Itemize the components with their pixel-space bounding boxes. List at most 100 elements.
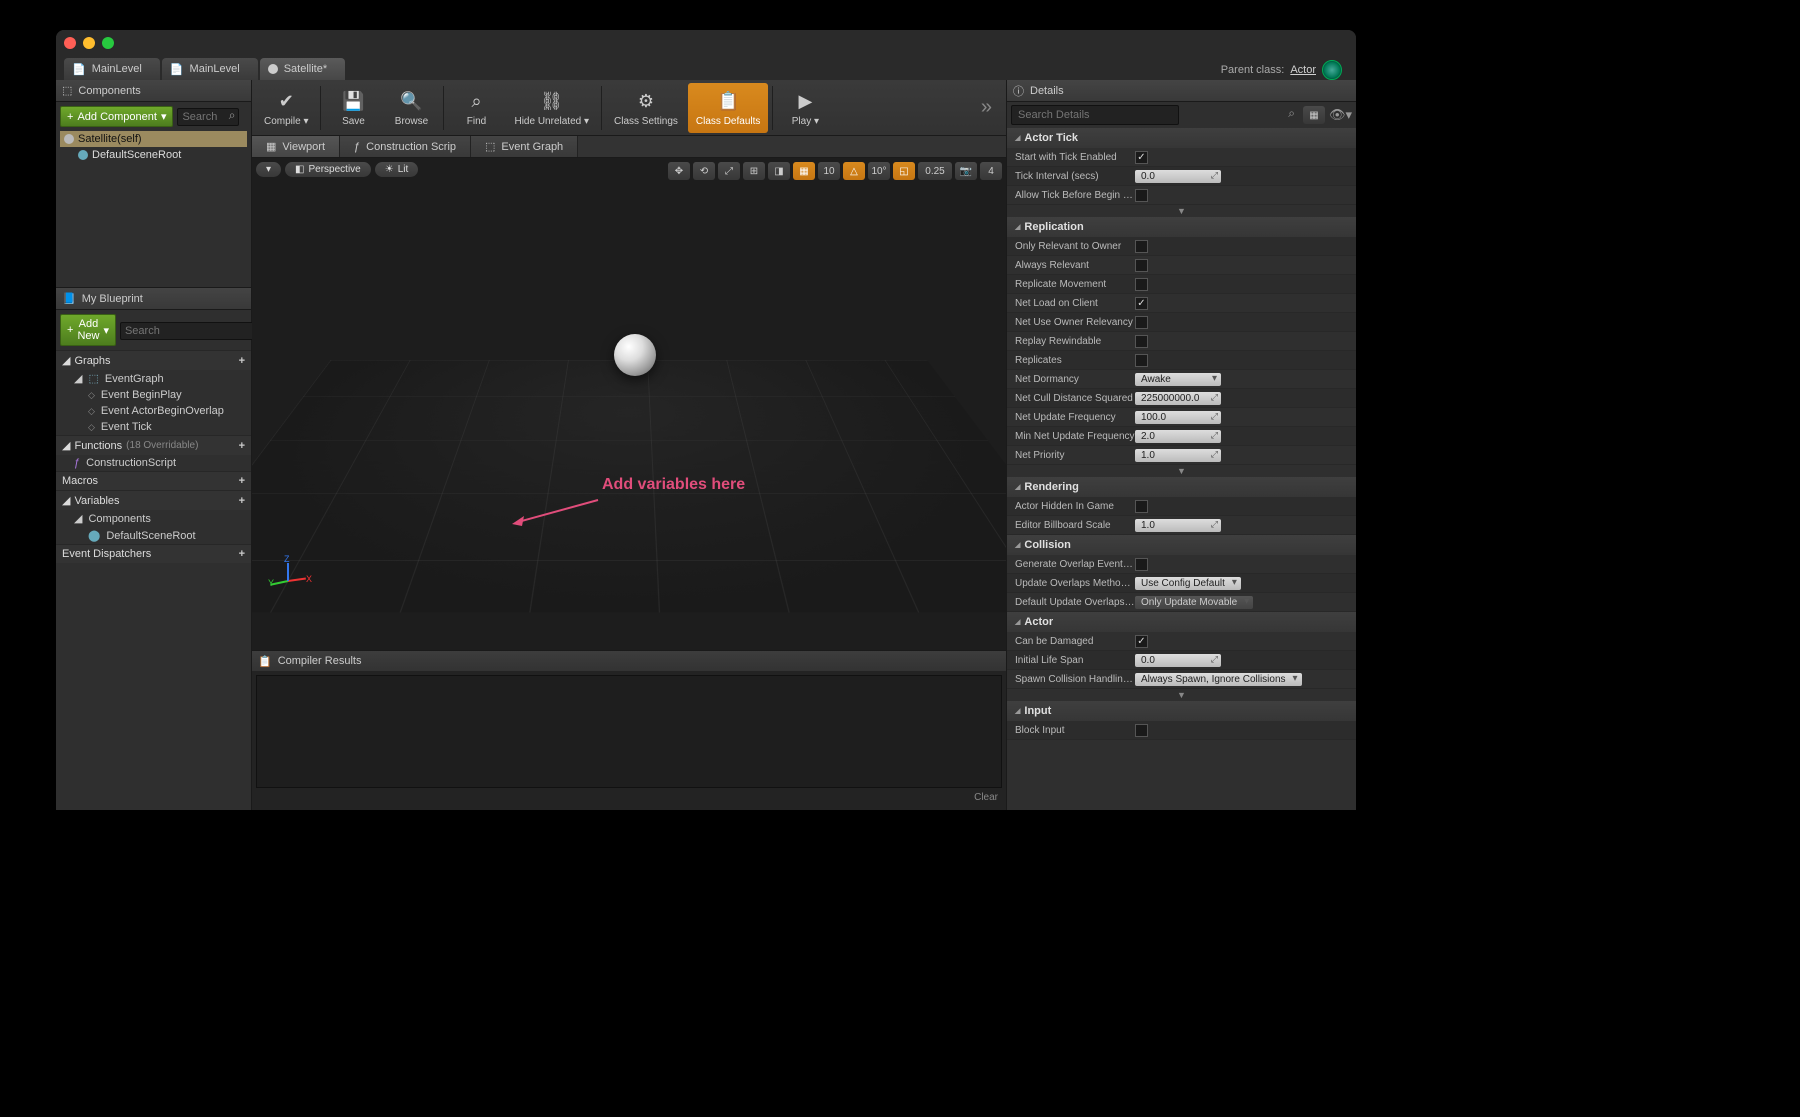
scale-tool-icon[interactable]: ⤢ [718, 162, 740, 180]
dropdown[interactable]: Only Update Movable [1135, 596, 1253, 609]
variables-components-group[interactable]: ◢ Components [56, 510, 251, 527]
components-panel-header[interactable]: ⬚ Components [56, 80, 251, 102]
camera-speed-value[interactable]: 4 [980, 162, 1002, 180]
checkbox[interactable] [1135, 558, 1148, 571]
tab-event-graph[interactable]: ⬚Event Graph [471, 136, 578, 157]
number-field[interactable]: 0.0 [1135, 654, 1221, 667]
category-replication[interactable]: Replication [1007, 217, 1356, 237]
number-field[interactable]: 1.0 [1135, 449, 1221, 462]
play-button[interactable]: ▶Play ▾ [777, 83, 833, 133]
unreal-logo-icon[interactable] [1322, 60, 1342, 80]
checkbox[interactable] [1135, 297, 1148, 310]
scale-snap-value[interactable]: 0.25 [918, 162, 952, 180]
event-beginplay[interactable]: ◇Event BeginPlay [56, 387, 251, 403]
browse-button[interactable]: 🔍Browse [383, 83, 439, 133]
category-rendering[interactable]: Rendering [1007, 477, 1356, 497]
details-header[interactable]: ⓘDetails [1007, 80, 1356, 102]
add-component-button[interactable]: + Add Component ▾ [60, 106, 173, 127]
section-event-dispatchers[interactable]: Event Dispatchers+ [56, 544, 251, 563]
scale-snap-toggle-icon[interactable]: ◱ [893, 162, 915, 180]
compiler-results-header[interactable]: 📋Compiler Results [252, 651, 1006, 671]
orientation-gizmo[interactable]: X Y Z [268, 560, 308, 600]
class-defaults-button[interactable]: 📋Class Defaults [688, 83, 768, 133]
toolbar-overflow-icon[interactable]: » [971, 96, 1002, 119]
coord-space-icon[interactable]: ⊞ [743, 162, 765, 180]
checkbox[interactable] [1135, 278, 1148, 291]
expand-arrow-icon[interactable]: ▼ [1007, 205, 1356, 217]
number-field[interactable]: 0.0 [1135, 170, 1221, 183]
compile-button[interactable]: ✔Compile ▾ [256, 83, 316, 133]
minimize-icon[interactable] [83, 37, 95, 49]
save-button[interactable]: 💾Save [325, 83, 381, 133]
checkbox[interactable] [1135, 259, 1148, 272]
event-tick[interactable]: ◇Event Tick [56, 419, 251, 435]
viewport-menu-button[interactable]: ▾ [256, 162, 281, 177]
checkbox[interactable] [1135, 151, 1148, 164]
property-matrix-icon[interactable]: ▦ [1303, 106, 1325, 124]
event-actorbeginoverlap[interactable]: ◇Event ActorBeginOverlap [56, 403, 251, 419]
category-collision[interactable]: Collision [1007, 535, 1356, 555]
category-actor-tick[interactable]: Actor Tick [1007, 128, 1356, 148]
hide-unrelated-button[interactable]: ⛓Hide Unrelated ▾ [506, 83, 597, 133]
grid-snap-toggle-icon[interactable]: ▦ [793, 162, 815, 180]
number-field[interactable]: 100.0 [1135, 411, 1221, 424]
component-satellite-self[interactable]: Satellite(self) [60, 131, 247, 147]
add-graph-button[interactable]: + [239, 355, 245, 367]
my-blueprint-header[interactable]: 📘 My Blueprint [56, 288, 251, 310]
section-variables[interactable]: ◢Variables+ [56, 490, 251, 510]
expand-arrow-icon[interactable]: ▼ [1007, 465, 1356, 477]
checkbox[interactable] [1135, 189, 1148, 202]
viewport-canvas[interactable]: X Y Z Add variables here [252, 186, 1006, 650]
close-icon[interactable] [64, 37, 76, 49]
add-macro-button[interactable]: + [239, 475, 245, 487]
tab-construction-script[interactable]: ƒConstruction Scrip [340, 136, 471, 157]
section-functions[interactable]: ◢Functions (18 Overridable)+ [56, 435, 251, 455]
details-eye-icon[interactable]: 👁▾ [1329, 107, 1352, 123]
add-new-button[interactable]: +Add New▾ [60, 314, 116, 346]
move-tool-icon[interactable]: ✥ [668, 162, 690, 180]
clear-button[interactable]: Clear [974, 792, 998, 810]
tab-mainlevel-1[interactable]: 📄MainLevel [64, 58, 160, 80]
tab-mainlevel-2[interactable]: 📄MainLevel [162, 58, 258, 80]
checkbox[interactable] [1135, 635, 1148, 648]
details-search-input[interactable] [1011, 105, 1179, 125]
category-input[interactable]: Input [1007, 701, 1356, 721]
zoom-icon[interactable] [102, 37, 114, 49]
number-field[interactable]: 225000000.0 [1135, 392, 1221, 405]
perspective-button[interactable]: ◧Perspective [285, 162, 371, 177]
add-variable-button[interactable]: + [239, 495, 245, 507]
dropdown[interactable]: Always Spawn, Ignore Collisions [1135, 673, 1302, 686]
class-settings-button[interactable]: ⚙Class Settings [606, 83, 686, 133]
variable-defaultsceneroot[interactable]: ⬤DefaultSceneRoot [56, 527, 251, 544]
lit-button[interactable]: ☀Lit [375, 162, 419, 177]
camera-speed-icon[interactable]: 📷 [955, 162, 977, 180]
tab-satellite[interactable]: Satellite* [260, 58, 345, 80]
add-function-button[interactable]: + [239, 440, 245, 452]
angle-snap-toggle-icon[interactable]: △ [843, 162, 865, 180]
compiler-results-body[interactable] [256, 675, 1002, 788]
checkbox[interactable] [1135, 500, 1148, 513]
number-field[interactable]: 2.0 [1135, 430, 1221, 443]
tab-viewport[interactable]: ▦Viewport [252, 136, 340, 157]
add-dispatcher-button[interactable]: + [239, 548, 245, 560]
checkbox[interactable] [1135, 724, 1148, 737]
checkbox[interactable] [1135, 335, 1148, 348]
checkbox[interactable] [1135, 354, 1148, 367]
category-actor[interactable]: Actor [1007, 612, 1356, 632]
number-field[interactable]: 1.0 [1135, 519, 1221, 532]
section-macros[interactable]: Macros+ [56, 471, 251, 490]
components-search-input[interactable] [177, 108, 239, 126]
grid-snap-value[interactable]: 10 [818, 162, 840, 180]
find-button[interactable]: ⌕Find [448, 83, 504, 133]
dropdown[interactable]: Awake [1135, 373, 1221, 386]
rotate-tool-icon[interactable]: ⟲ [693, 162, 715, 180]
checkbox[interactable] [1135, 316, 1148, 329]
angle-snap-value[interactable]: 10° [868, 162, 890, 180]
checkbox[interactable] [1135, 240, 1148, 253]
component-default-scene-root[interactable]: DefaultSceneRoot [60, 147, 247, 163]
graph-eventgraph[interactable]: ◢ ⬚EventGraph [56, 370, 251, 387]
function-construction-script[interactable]: ƒConstructionScript [56, 455, 251, 471]
dropdown[interactable]: Use Config Default [1135, 577, 1241, 590]
section-graphs[interactable]: ◢Graphs+ [56, 350, 251, 370]
surface-snap-icon[interactable]: ◨ [768, 162, 790, 180]
